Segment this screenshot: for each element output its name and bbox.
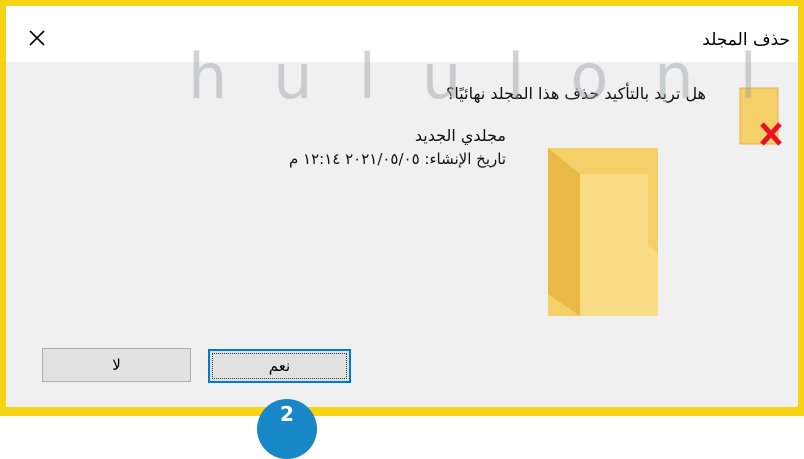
yes-button[interactable]: نعم (208, 349, 351, 383)
step-badge: 2 (257, 399, 317, 459)
confirm-question: هل تريد بالتأكيد حذف هذا المجلد نهائيًا؟ (445, 84, 706, 103)
created-date: تاريخ الإنشاء: ٢٠٢١/٠٥/٠٥ ١٢:١٤ م (288, 150, 506, 168)
title-bar: حذف المجلد (6, 6, 798, 62)
delete-folder-dialog: حذف المجلد هل تريد بالتأكيد حذف هذا المج… (6, 6, 798, 407)
no-button[interactable]: لا (42, 348, 191, 382)
folder-name: مجلدي الجديد (414, 126, 506, 145)
close-button[interactable] (18, 20, 56, 56)
folder-icon (548, 148, 658, 316)
close-icon (29, 30, 45, 46)
folder-delete-icon (739, 87, 782, 146)
dialog-title: حذف المجلد (702, 30, 790, 50)
